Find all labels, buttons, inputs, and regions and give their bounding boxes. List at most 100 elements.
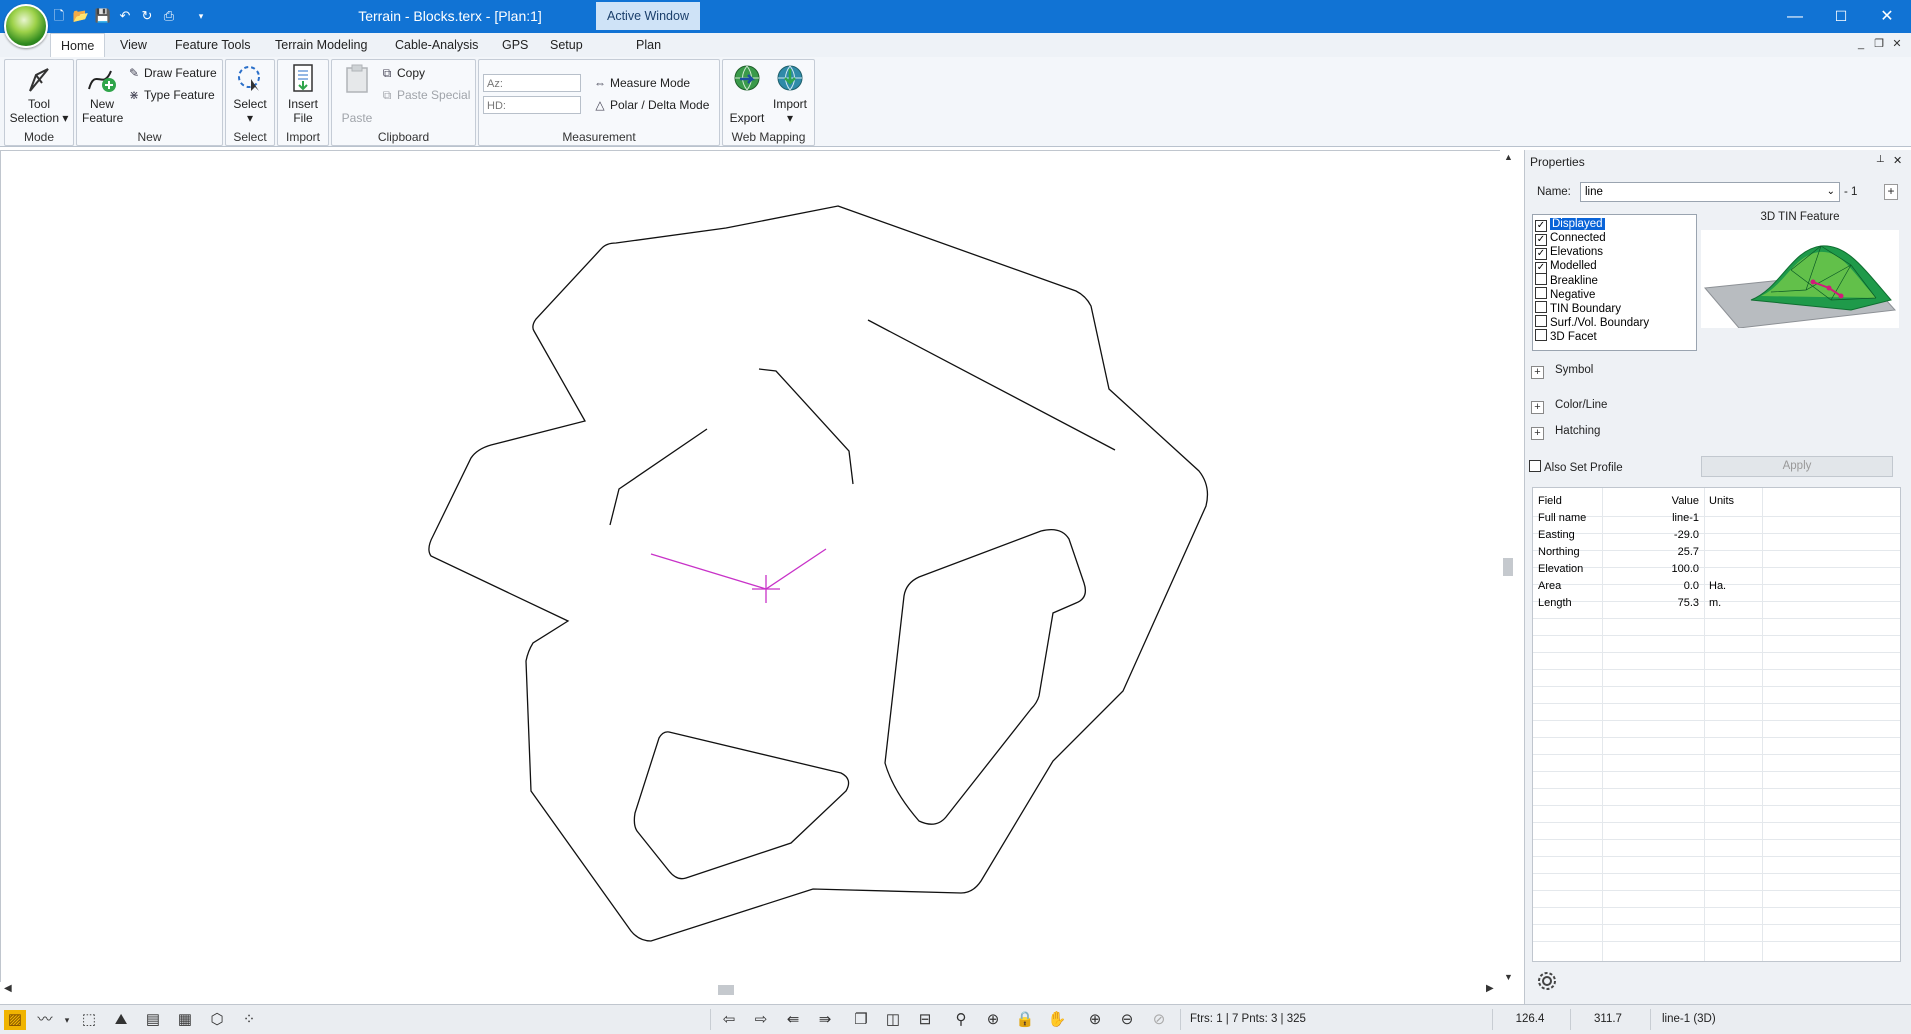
- scroll-down-icon[interactable]: ▼: [1504, 972, 1513, 982]
- inner-block-east[interactable]: [884, 528, 1087, 825]
- pin-icon[interactable]: ⊥: [1876, 154, 1885, 165]
- undo-icon[interactable]: ↶: [116, 7, 134, 25]
- panel-close-icon[interactable]: ✕: [1893, 154, 1902, 167]
- grid-value-northing[interactable]: 25.7: [1633, 544, 1699, 561]
- horizontal-scrollbar[interactable]: ◀ ▶: [0, 982, 1500, 998]
- mdi-close-icon[interactable]: ✕: [1889, 36, 1905, 52]
- type-feature-button[interactable]: ⋇ Type Feature: [127, 86, 215, 104]
- flag-breakline[interactable]: Breakline: [1535, 273, 1693, 287]
- flag-displayed[interactable]: ✓ Displayed: [1535, 217, 1693, 232]
- table-icon[interactable]: ▦: [174, 1010, 196, 1030]
- paste-special-button[interactable]: ⧉ Paste Special: [380, 86, 471, 104]
- tab-home[interactable]: Home: [50, 33, 106, 58]
- expand-color-line-icon[interactable]: +: [1531, 401, 1544, 414]
- section-symbol[interactable]: Symbol: [1555, 364, 1593, 376]
- zoom-in-icon[interactable]: ⊕: [1084, 1010, 1106, 1030]
- import-web-button[interactable]: Import ▾: [768, 63, 812, 125]
- measure-mode-button[interactable]: ⇔ Measure Mode: [593, 74, 690, 92]
- tab-gps[interactable]: GPS: [492, 33, 538, 57]
- previous-view-icon[interactable]: ⇚: [782, 1010, 804, 1030]
- grid-value-length[interactable]: 75.3: [1633, 595, 1699, 612]
- inner-line-center[interactable]: [758, 368, 854, 485]
- flag-elevations[interactable]: ✓ Elevations: [1535, 245, 1693, 260]
- scroll-up-icon[interactable]: ▲: [1504, 152, 1513, 162]
- feature-name-combo[interactable]: line ⌄: [1580, 182, 1840, 202]
- new-file-icon[interactable]: 🗋: [50, 7, 68, 25]
- azimuth-input[interactable]: Az:: [483, 74, 581, 92]
- terrain-drawing[interactable]: [1, 151, 1507, 989]
- lock-icon[interactable]: 🔒: [1014, 1010, 1036, 1030]
- profile-dropdown-icon[interactable]: ▾: [56, 1010, 78, 1030]
- app-logo[interactable]: [4, 4, 48, 48]
- 3d-view-icon[interactable]: ⬚: [78, 1010, 100, 1030]
- new-feature-button[interactable]: New Feature: [79, 63, 125, 125]
- grid-value-area[interactable]: 0.0: [1633, 578, 1699, 595]
- inner-line-ne[interactable]: [867, 319, 1116, 451]
- terrain-view-icon[interactable]: ⛰: [110, 1010, 132, 1030]
- cascade-windows-icon[interactable]: ❐: [850, 1010, 872, 1030]
- checkbox-unchecked-icon[interactable]: [1535, 315, 1547, 327]
- tab-cable-analysis[interactable]: Cable-Analysis: [385, 33, 488, 57]
- checkbox-unchecked-icon[interactable]: [1529, 460, 1541, 472]
- inner-block-south[interactable]: [633, 731, 850, 880]
- flag-negative[interactable]: Negative: [1535, 287, 1693, 301]
- selected-line-1[interactable]: [650, 548, 827, 603]
- inner-line-nw[interactable]: [609, 428, 708, 526]
- tool-selection-button[interactable]: Tool Selection ▾: [7, 63, 71, 125]
- flag-tin-boundary[interactable]: TIN Boundary: [1535, 301, 1693, 315]
- zoom-extents-icon[interactable]: ⊘: [1148, 1010, 1170, 1030]
- draw-feature-button[interactable]: ✎ Draw Feature: [127, 64, 217, 82]
- customize-toolbar-icon[interactable]: ▾: [192, 7, 210, 25]
- mdi-restore-icon[interactable]: ❐: [1871, 36, 1887, 52]
- tab-setup[interactable]: Setup: [540, 33, 593, 57]
- redo-icon[interactable]: ↻: [138, 7, 156, 25]
- maximize-button[interactable]: ☐: [1818, 0, 1864, 33]
- save-icon[interactable]: 💾: [94, 7, 112, 25]
- insert-file-button[interactable]: Insert File: [280, 63, 326, 125]
- select-button[interactable]: Select ▾: [228, 63, 272, 125]
- pan-hand-icon[interactable]: ✋: [1046, 1010, 1068, 1030]
- zoom-window-icon[interactable]: ⊕: [982, 1010, 1004, 1030]
- pan-right-icon[interactable]: ⇨: [750, 1010, 772, 1030]
- flag-3d-facet[interactable]: 3D Facet: [1535, 329, 1693, 343]
- minimize-button[interactable]: —: [1772, 0, 1818, 33]
- section-hatching[interactable]: Hatching: [1555, 425, 1600, 437]
- outer-boundary-line[interactable]: [428, 205, 1209, 942]
- tab-feature-tools[interactable]: Feature Tools: [165, 33, 261, 57]
- mdi-minimize-icon[interactable]: _: [1853, 36, 1869, 52]
- section-color-line[interactable]: Color/Line: [1555, 399, 1607, 411]
- tab-plan[interactable]: Plan: [626, 33, 671, 57]
- grid-value-easting[interactable]: -29.0: [1633, 527, 1699, 544]
- expand-symbol-icon[interactable]: +: [1531, 366, 1544, 379]
- zoom-icon[interactable]: ⚲: [950, 1010, 972, 1030]
- settings-gear-icon[interactable]: [1533, 968, 1561, 994]
- profile-icon[interactable]: 〰: [34, 1010, 56, 1030]
- horizontal-scroll-thumb[interactable]: [718, 985, 734, 995]
- layout-icon[interactable]: ▤: [142, 1010, 164, 1030]
- tab-terrain-modeling[interactable]: Terrain Modeling: [265, 33, 377, 57]
- flag-surf-vol-boundary[interactable]: Surf./Vol. Boundary: [1535, 315, 1693, 329]
- tab-view[interactable]: View: [110, 33, 157, 57]
- polygon-icon[interactable]: ⬡: [206, 1010, 228, 1030]
- chevron-down-icon[interactable]: ⌄: [1827, 183, 1835, 201]
- open-folder-icon[interactable]: 📂: [72, 7, 90, 25]
- close-button[interactable]: ✕: [1864, 0, 1910, 33]
- tile-horizontal-icon[interactable]: ⊟: [914, 1010, 936, 1030]
- expand-hatching-icon[interactable]: +: [1531, 427, 1544, 440]
- paste-button[interactable]: Paste: [334, 63, 380, 125]
- zoom-out-icon[interactable]: ⊖: [1116, 1010, 1138, 1030]
- checkbox-unchecked-icon[interactable]: [1535, 287, 1547, 299]
- horizontal-distance-input[interactable]: HD:: [483, 96, 581, 114]
- grid-value-full-name[interactable]: line-1: [1633, 510, 1699, 527]
- flag-modelled[interactable]: ✓ Modelled: [1535, 259, 1693, 274]
- vertical-scroll-thumb[interactable]: [1503, 558, 1513, 576]
- flag-connected[interactable]: ✓ Connected: [1535, 231, 1693, 246]
- checkbox-unchecked-icon[interactable]: [1535, 301, 1547, 313]
- scroll-left-icon[interactable]: ◀: [4, 983, 12, 994]
- plan-canvas[interactable]: [0, 150, 1508, 990]
- next-view-icon[interactable]: ⇛: [814, 1010, 836, 1030]
- pan-left-icon[interactable]: ⇦: [718, 1010, 740, 1030]
- add-name-button[interactable]: +: [1884, 184, 1898, 200]
- feature-flags-list[interactable]: ✓ Displayed ✓ Connected ✓ Elevations ✓ Model…: [1532, 214, 1697, 351]
- checkbox-unchecked-icon[interactable]: [1535, 329, 1547, 341]
